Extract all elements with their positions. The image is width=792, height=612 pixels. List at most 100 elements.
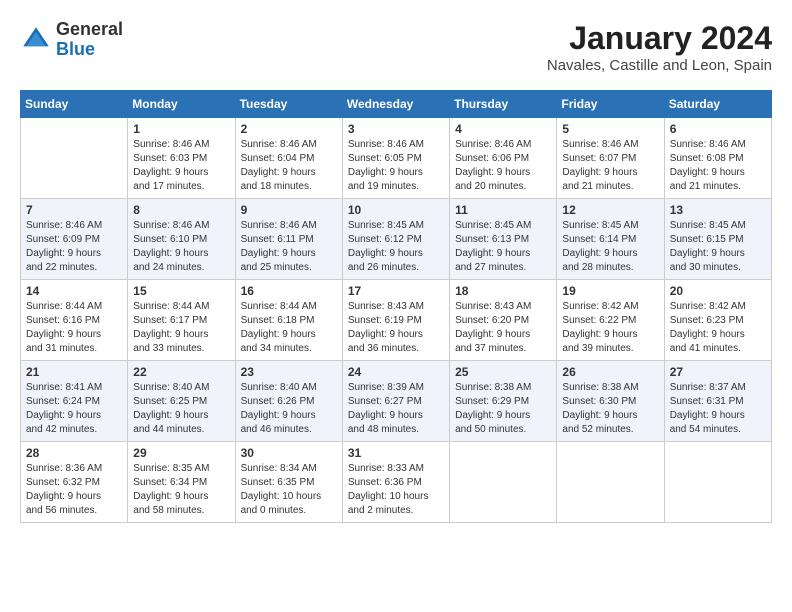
day-cell: 14 Sunrise: 8:44 AM Sunset: 6:16 PM Dayli… <box>21 280 128 361</box>
day-content: Sunrise: 8:37 AM Sunset: 6:31 PM Dayligh… <box>670 381 766 437</box>
day-content: Sunrise: 8:46 AM Sunset: 6:03 PM Dayligh… <box>133 138 229 194</box>
day-number: 19 <box>562 284 658 298</box>
day-content: Sunrise: 8:45 AM Sunset: 6:14 PM Dayligh… <box>562 219 658 275</box>
day-number: 5 <box>562 122 658 136</box>
day-number: 23 <box>241 365 337 379</box>
day-cell <box>21 118 128 199</box>
day-content: Sunrise: 8:40 AM Sunset: 6:25 PM Dayligh… <box>133 381 229 437</box>
day-content: Sunrise: 8:39 AM Sunset: 6:27 PM Dayligh… <box>348 381 444 437</box>
day-cell: 6Sunrise: 8:46 AM Sunset: 6:08 PM Daylig… <box>664 118 771 199</box>
day-cell: 10Sunrise: 8:45 AM Sunset: 6:12 PM Dayli… <box>342 199 449 280</box>
day-cell: 21 Sunrise: 8:41 AM Sunset: 6:24 PM Dayli… <box>21 361 128 442</box>
day-cell: 11 Sunrise: 8:45 AM Sunset: 6:13 PM Dayli… <box>450 199 557 280</box>
day-cell: 26Sunrise: 8:38 AM Sunset: 6:30 PM Dayli… <box>557 361 664 442</box>
day-cell: 27 Sunrise: 8:37 AM Sunset: 6:31 PM Dayli… <box>664 361 771 442</box>
day-number: 30 <box>241 446 337 460</box>
day-cell: 16 Sunrise: 8:44 AM Sunset: 6:18 PM Dayli… <box>235 280 342 361</box>
day-cell: 1 Sunrise: 8:46 AM Sunset: 6:03 PM Daylig… <box>128 118 235 199</box>
day-number: 14 <box>26 284 122 298</box>
day-cell <box>557 442 664 523</box>
day-content: Sunrise: 8:46 AM Sunset: 6:06 PM Dayligh… <box>455 138 551 194</box>
day-cell: 20Sunrise: 8:42 AM Sunset: 6:23 PM Dayli… <box>664 280 771 361</box>
day-number: 2 <box>241 122 337 136</box>
day-cell: 15Sunrise: 8:44 AM Sunset: 6:17 PM Dayli… <box>128 280 235 361</box>
day-number: 31 <box>348 446 444 460</box>
day-number: 10 <box>348 203 444 217</box>
day-cell: 13Sunrise: 8:45 AM Sunset: 6:15 PM Dayli… <box>664 199 771 280</box>
day-header-wednesday: Wednesday <box>342 91 449 118</box>
day-content: Sunrise: 8:46 AM Sunset: 6:04 PM Dayligh… <box>241 138 337 194</box>
day-number: 25 <box>455 365 551 379</box>
day-number: 21 <box>26 365 122 379</box>
day-content: Sunrise: 8:45 AM Sunset: 6:13 PM Dayligh… <box>455 219 551 275</box>
day-content: Sunrise: 8:45 AM Sunset: 6:15 PM Dayligh… <box>670 219 766 275</box>
day-content: Sunrise: 8:43 AM Sunset: 6:19 PM Dayligh… <box>348 300 444 356</box>
day-cell: 8Sunrise: 8:46 AM Sunset: 6:10 PM Daylig… <box>128 199 235 280</box>
day-content: Sunrise: 8:35 AM Sunset: 6:34 PM Dayligh… <box>133 462 229 518</box>
day-header-friday: Friday <box>557 91 664 118</box>
day-content: Sunrise: 8:41 AM Sunset: 6:24 PM Dayligh… <box>26 381 122 437</box>
day-cell: 7Sunrise: 8:46 AM Sunset: 6:09 PM Daylig… <box>21 199 128 280</box>
day-cell: 9 Sunrise: 8:46 AM Sunset: 6:11 PM Daylig… <box>235 199 342 280</box>
day-content: Sunrise: 8:33 AM Sunset: 6:36 PM Dayligh… <box>348 462 444 518</box>
day-content: Sunrise: 8:46 AM Sunset: 6:10 PM Dayligh… <box>133 219 229 275</box>
calendar-body: 1 Sunrise: 8:46 AM Sunset: 6:03 PM Daylig… <box>21 118 772 523</box>
day-number: 24 <box>348 365 444 379</box>
week-row-4: 28Sunrise: 8:36 AM Sunset: 6:32 PM Dayli… <box>21 442 772 523</box>
day-number: 27 <box>670 365 766 379</box>
location-title: Navales, Castille and Leon, Spain <box>547 57 772 74</box>
week-row-1: 7Sunrise: 8:46 AM Sunset: 6:09 PM Daylig… <box>21 199 772 280</box>
day-content: Sunrise: 8:44 AM Sunset: 6:18 PM Dayligh… <box>241 300 337 356</box>
day-content: Sunrise: 8:34 AM Sunset: 6:35 PM Dayligh… <box>241 462 337 518</box>
day-number: 6 <box>670 122 766 136</box>
day-number: 9 <box>241 203 337 217</box>
week-row-3: 21 Sunrise: 8:41 AM Sunset: 6:24 PM Dayli… <box>21 361 772 442</box>
day-number: 4 <box>455 122 551 136</box>
day-number: 3 <box>348 122 444 136</box>
day-cell: 22 Sunrise: 8:40 AM Sunset: 6:25 PM Dayli… <box>128 361 235 442</box>
day-content: Sunrise: 8:46 AM Sunset: 6:05 PM Dayligh… <box>348 138 444 194</box>
day-number: 12 <box>562 203 658 217</box>
day-cell <box>664 442 771 523</box>
day-header-tuesday: Tuesday <box>235 91 342 118</box>
title-area: January 2024 Navales, Castille and Leon,… <box>547 20 772 74</box>
day-cell: 4 Sunrise: 8:46 AM Sunset: 6:06 PM Daylig… <box>450 118 557 199</box>
day-content: Sunrise: 8:40 AM Sunset: 6:26 PM Dayligh… <box>241 381 337 437</box>
logo-text: General Blue <box>56 20 123 60</box>
day-cell: 24 Sunrise: 8:39 AM Sunset: 6:27 PM Dayli… <box>342 361 449 442</box>
logo-icon <box>20 24 52 56</box>
day-cell: 28Sunrise: 8:36 AM Sunset: 6:32 PM Dayli… <box>21 442 128 523</box>
month-title: January 2024 <box>547 20 772 57</box>
day-cell: 25 Sunrise: 8:38 AM Sunset: 6:29 PM Dayli… <box>450 361 557 442</box>
day-number: 11 <box>455 203 551 217</box>
day-content: Sunrise: 8:42 AM Sunset: 6:23 PM Dayligh… <box>670 300 766 356</box>
day-number: 18 <box>455 284 551 298</box>
day-cell: 23 Sunrise: 8:40 AM Sunset: 6:26 PM Dayli… <box>235 361 342 442</box>
day-number: 28 <box>26 446 122 460</box>
day-number: 29 <box>133 446 229 460</box>
day-cell: 17 Sunrise: 8:43 AM Sunset: 6:19 PM Dayli… <box>342 280 449 361</box>
day-cell: 18Sunrise: 8:43 AM Sunset: 6:20 PM Dayli… <box>450 280 557 361</box>
day-header-sunday: Sunday <box>21 91 128 118</box>
day-content: Sunrise: 8:46 AM Sunset: 6:11 PM Dayligh… <box>241 219 337 275</box>
day-number: 1 <box>133 122 229 136</box>
day-number: 22 <box>133 365 229 379</box>
day-content: Sunrise: 8:46 AM Sunset: 6:07 PM Dayligh… <box>562 138 658 194</box>
day-header-thursday: Thursday <box>450 91 557 118</box>
calendar-header: SundayMondayTuesdayWednesdayThursdayFrid… <box>21 91 772 118</box>
day-content: Sunrise: 8:44 AM Sunset: 6:16 PM Dayligh… <box>26 300 122 356</box>
day-number: 16 <box>241 284 337 298</box>
day-content: Sunrise: 8:38 AM Sunset: 6:30 PM Dayligh… <box>562 381 658 437</box>
day-number: 17 <box>348 284 444 298</box>
week-row-0: 1 Sunrise: 8:46 AM Sunset: 6:03 PM Daylig… <box>21 118 772 199</box>
header: General Blue January 2024 Navales, Casti… <box>20 20 772 74</box>
day-content: Sunrise: 8:46 AM Sunset: 6:09 PM Dayligh… <box>26 219 122 275</box>
day-content: Sunrise: 8:44 AM Sunset: 6:17 PM Dayligh… <box>133 300 229 356</box>
logo-general: General <box>56 20 123 40</box>
logo: General Blue <box>20 20 123 60</box>
day-content: Sunrise: 8:38 AM Sunset: 6:29 PM Dayligh… <box>455 381 551 437</box>
day-cell: 12 Sunrise: 8:45 AM Sunset: 6:14 PM Dayli… <box>557 199 664 280</box>
day-cell: 30 Sunrise: 8:34 AM Sunset: 6:35 PM Dayli… <box>235 442 342 523</box>
day-cell: 29 Sunrise: 8:35 AM Sunset: 6:34 PM Dayli… <box>128 442 235 523</box>
day-header-monday: Monday <box>128 91 235 118</box>
